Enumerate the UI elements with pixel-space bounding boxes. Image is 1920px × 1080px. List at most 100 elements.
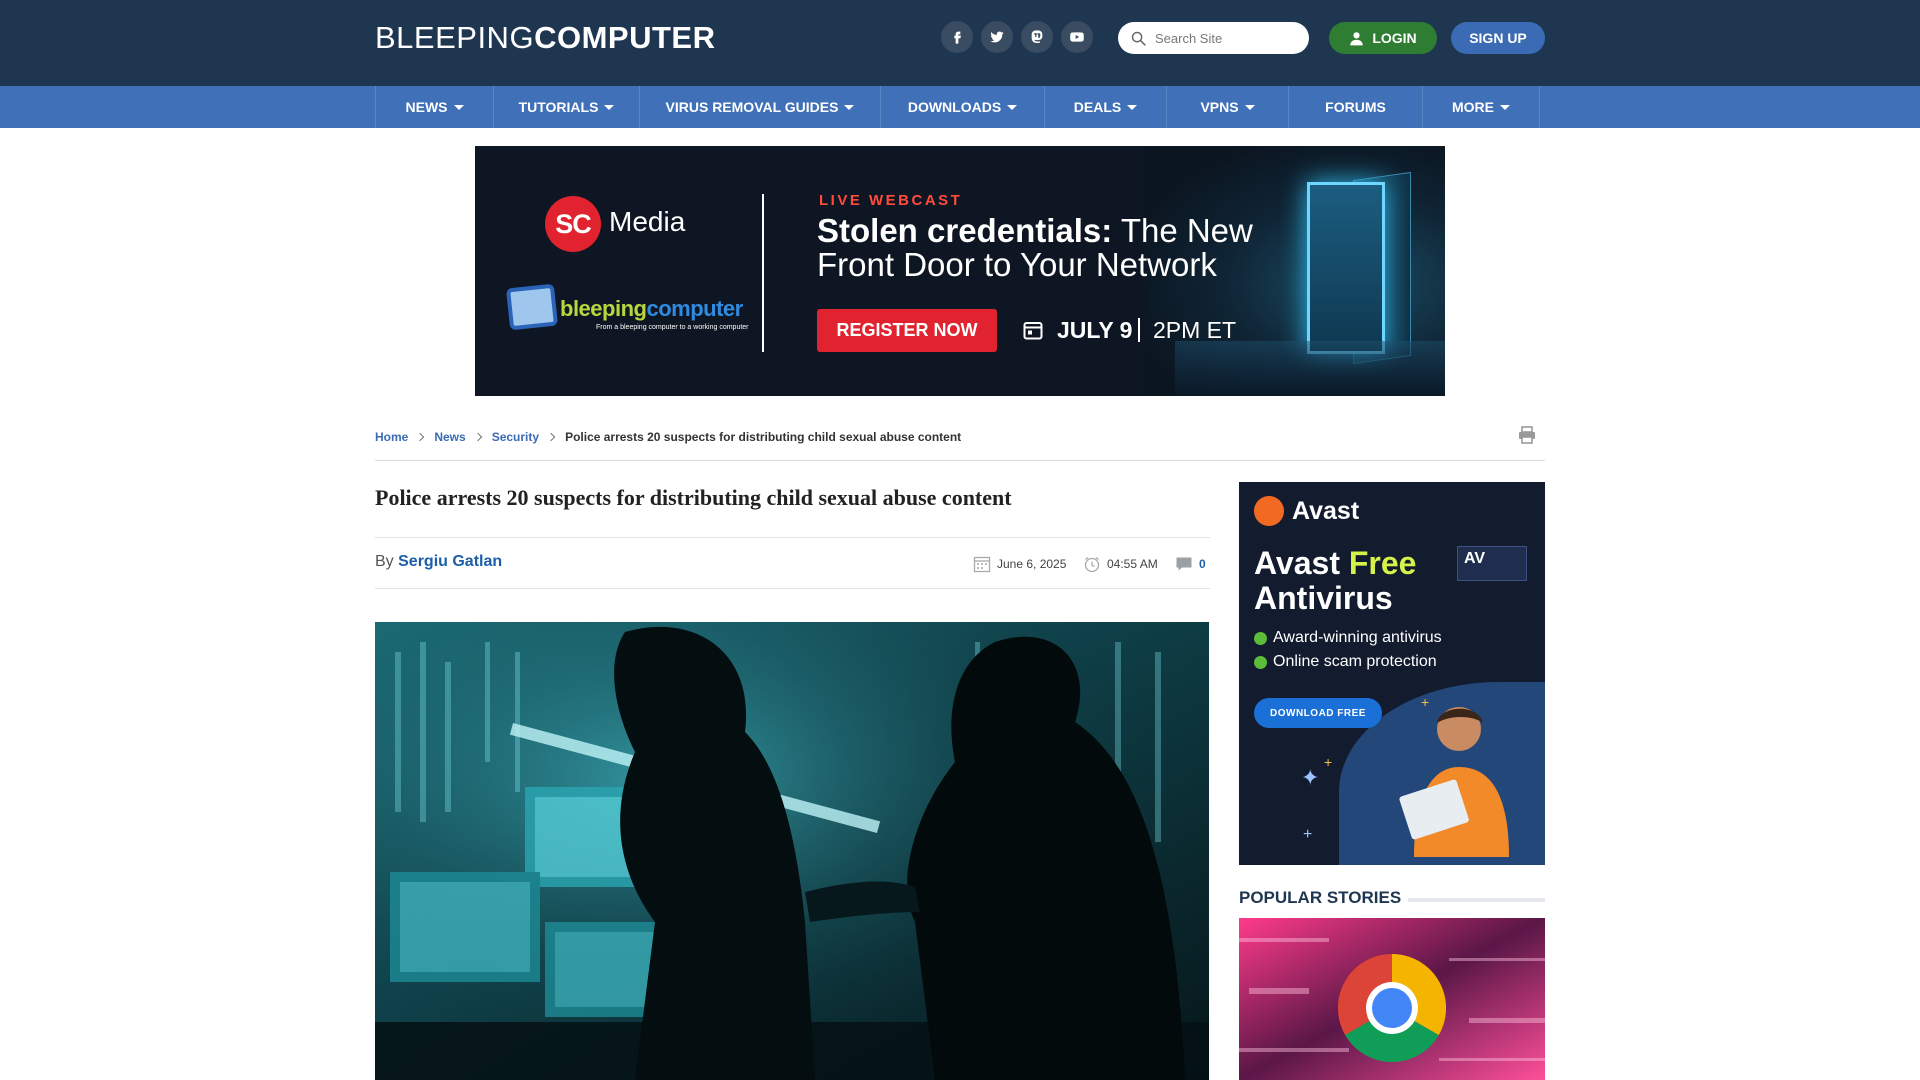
chevron-right-icon [546,432,556,442]
signup-button[interactable]: SIGN UP [1451,22,1545,54]
byline-divider [375,588,1210,589]
nav-virus-removal-guides[interactable]: VIRUS REMOVAL GUIDES [639,86,880,128]
ad-divider [762,194,764,352]
print-icon[interactable] [1517,425,1537,445]
search-box[interactable] [1118,22,1309,54]
comments-count: 0 [1199,557,1206,571]
signup-label: SIGN UP [1469,30,1527,46]
download-free-label: DOWNLOAD FREE [1270,707,1366,719]
caret-down-icon [453,104,464,110]
logo-bold-text: COMPUTER [534,20,716,55]
avast-ad-title: Avast Free Antivirus [1254,546,1416,616]
search-input[interactable] [1155,30,1305,46]
byline: By Sergiu Gatlan [375,553,502,571]
popular-story-image[interactable] [1239,918,1545,1080]
avast-logo: Avast [1254,496,1359,526]
nav-label: TUTORIALS [518,99,599,115]
banner-ad[interactable]: SC Media bleepingcomputer From a bleepin… [475,146,1445,396]
avast-brand: Avast [1292,496,1360,525]
ad-time: 2PM ET [1153,317,1237,343]
caret-down-icon [1244,104,1255,110]
ad-headline-rest: The New [1112,212,1253,249]
nav-label: VIRUS REMOVAL GUIDES [665,99,839,115]
article-time: 04:55 AM [1083,555,1158,573]
ad-doorway-illustration [1307,182,1385,354]
sparkle-icon: + [1324,754,1333,770]
sc-media-logo: SC [545,196,601,252]
nav-deals[interactable]: DEALS [1044,86,1166,128]
bc-word-b: computer [646,296,743,321]
breadcrumb-security[interactable]: Security [492,430,539,444]
register-label: REGISTER NOW [836,320,978,340]
av-title-line2: Antivirus [1254,580,1393,616]
comments-link[interactable]: 0 [1175,555,1206,573]
sc-mark: SC [555,208,592,239]
breadcrumb-home[interactable]: Home [375,430,408,444]
facebook-icon[interactable] [941,21,973,53]
download-free-button[interactable]: DOWNLOAD FREE [1254,698,1382,728]
check-icon [1254,655,1267,669]
article-title: Police arrests 20 suspects for distribut… [375,485,1012,510]
nav-more[interactable]: MORE [1422,86,1540,128]
twitter-icon[interactable] [981,21,1013,53]
nav-label: NEWS [405,99,448,115]
ad-date-separator [1138,318,1140,342]
date-text: June 6, 2025 [997,557,1067,571]
caret-down-icon [1127,104,1138,110]
nav-label: VPNS [1200,99,1239,115]
login-button[interactable]: LOGIN [1329,22,1437,54]
bc-word-a: bleeping [560,296,647,321]
ad-floor-illustration [1175,341,1445,396]
breadcrumb-current: Police arrests 20 suspects for distribut… [565,430,962,444]
nav-news[interactable]: NEWS [375,86,493,128]
breadcrumb-news[interactable]: News [434,430,465,444]
main-nav: NEWS TUTORIALS VIRUS REMOVAL GUIDES DOWN… [0,86,1920,128]
monitor-icon [505,283,559,331]
user-icon [1350,31,1364,45]
mastodon-icon[interactable] [1021,21,1053,53]
ad-headline: Stolen credentials: The New Front Door t… [817,214,1253,282]
nav-label: MORE [1452,99,1494,115]
article-date: June 6, 2025 [973,555,1066,573]
nav-label: FORUMS [1325,99,1386,115]
nav-forums[interactable]: FORUMS [1288,86,1422,128]
nav-tutorials[interactable]: TUTORIALS [493,86,639,128]
nav-vpns[interactable]: VPNS [1166,86,1288,128]
av-badge-text: AV [1464,550,1486,567]
caret-down-icon [1500,104,1510,110]
av-title-free: Free [1348,545,1417,581]
chevron-right-icon [473,432,482,442]
avast-sidebar-ad[interactable]: Avast Avast Free Antivirus AV Award-winn… [1239,482,1545,865]
search-icon [1131,31,1146,46]
nav-label: DEALS [1073,99,1122,115]
person-with-tablet-illustration [1399,707,1509,857]
popular-stories-heading: POPULAR STORIES [1239,888,1402,907]
caret-down-icon [844,104,855,110]
sparkle-icon: ✦ [1301,765,1320,790]
clock-icon [1084,556,1100,573]
breadcrumb-divider [375,460,1545,461]
calendar-icon [973,556,991,573]
bc-tagline: From a bleeping computer to a working co… [596,324,749,331]
chevron-right-icon [416,432,425,442]
time-text: 04:55 AM [1107,557,1158,571]
bc-wordmark: bleepingcomputer [560,296,743,322]
logo-light-text: BLEEPING [375,20,535,55]
popular-heading-rule [1408,898,1545,902]
register-now-button[interactable]: REGISTER NOW [817,309,997,352]
ad-date: JULY 9 [1057,317,1133,343]
ad-headline-line2: Front Door to Your Network [817,246,1217,283]
caret-down-icon [1007,104,1018,110]
article-hero-image [375,622,1209,1080]
youtube-icon[interactable] [1061,21,1093,53]
check-icon [1254,631,1267,645]
nav-downloads[interactable]: DOWNLOADS [880,86,1044,128]
comment-icon [1176,557,1192,571]
site-logo[interactable]: BLEEPINGCOMPUTER [375,20,715,56]
av-feature-text: Online scam protection [1273,653,1437,670]
av-feature: Award-winning antivirus [1254,629,1442,647]
av-comparatives-badge: AV [1457,546,1527,581]
hacker-arrest-illustration [375,622,1209,1080]
ad-kicker: LIVE WEBCAST [819,192,963,209]
author-link[interactable]: Sergiu Gatlan [398,553,502,570]
